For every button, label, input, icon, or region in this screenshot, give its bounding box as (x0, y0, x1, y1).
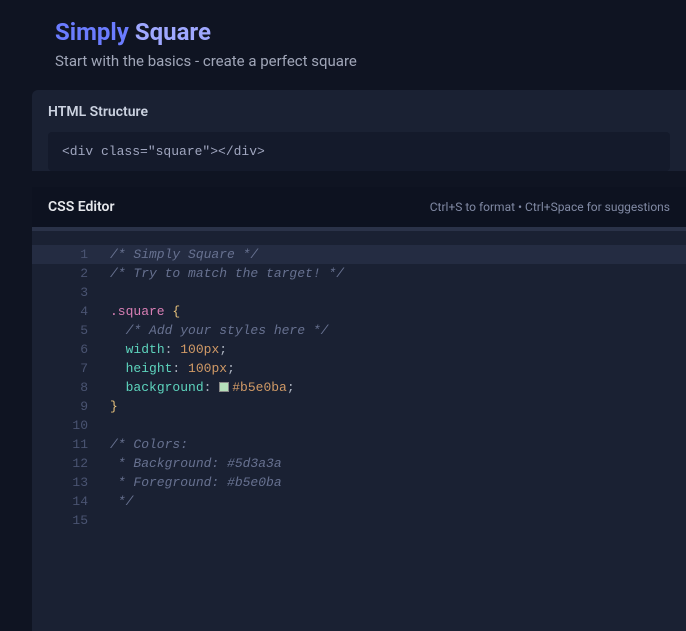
css-editor-header: CSS Editor Ctrl+S to format • Ctrl+Space… (32, 187, 686, 227)
title-word-1: Simply (55, 18, 129, 46)
color-swatch-icon[interactable] (219, 382, 229, 392)
code-content[interactable]: * Foreground: #b5e0ba (110, 473, 686, 492)
code-line[interactable]: 2/* Try to match the target! */ (32, 264, 686, 283)
code-line[interactable]: 7 height: 100px; (32, 359, 686, 378)
line-number: 10 (32, 416, 110, 435)
code-content[interactable]: /* Try to match the target! */ (110, 264, 686, 283)
code-content[interactable]: */ (110, 492, 686, 511)
challenge-subtitle: Start with the basics - create a perfect… (55, 52, 631, 70)
code-content[interactable]: width: 100px; (110, 340, 686, 359)
line-number: 14 (32, 492, 110, 511)
line-number: 2 (32, 264, 110, 283)
code-content[interactable]: * Background: #5d3a3a (110, 454, 686, 473)
code-content[interactable]: /* Add your styles here */ (110, 321, 686, 340)
line-number: 11 (32, 435, 110, 454)
code-content[interactable]: .square { (110, 302, 686, 321)
code-content[interactable] (110, 511, 686, 530)
code-line[interactable]: 13 * Foreground: #b5e0ba (32, 473, 686, 492)
code-content[interactable]: background: #b5e0ba; (110, 378, 686, 397)
code-line[interactable]: 14 */ (32, 492, 686, 511)
html-code-block: <div class="square"></div> (48, 132, 670, 171)
code-content[interactable] (110, 283, 686, 302)
code-line[interactable]: 11/* Colors: (32, 435, 686, 454)
css-editor-title: CSS Editor (48, 199, 115, 215)
line-number: 5 (32, 321, 110, 340)
code-line[interactable]: 3 (32, 283, 686, 302)
code-line[interactable]: 4.square { (32, 302, 686, 321)
challenge-title: Simply Square (55, 18, 631, 46)
code-content[interactable]: /* Colors: (110, 435, 686, 454)
line-number: 3 (32, 283, 110, 302)
code-content[interactable]: } (110, 397, 686, 416)
html-structure-panel: HTML Structure <div class="square"></div… (32, 90, 686, 171)
css-code-editor[interactable]: 1/* Simply Square */2/* Try to match the… (32, 231, 686, 631)
css-editor-hints: Ctrl+S to format • Ctrl+Space for sugges… (430, 200, 670, 214)
code-line[interactable]: 9} (32, 397, 686, 416)
code-line[interactable]: 5 /* Add your styles here */ (32, 321, 686, 340)
html-structure-label: HTML Structure (48, 104, 670, 120)
title-word-2: Square (135, 18, 211, 46)
line-number: 6 (32, 340, 110, 359)
line-number: 12 (32, 454, 110, 473)
code-line[interactable]: 1/* Simply Square */ (32, 245, 686, 264)
code-line[interactable]: 10 (32, 416, 686, 435)
line-number: 4 (32, 302, 110, 321)
code-line[interactable]: 15 (32, 511, 686, 530)
code-line[interactable]: 12 * Background: #5d3a3a (32, 454, 686, 473)
line-number: 1 (32, 245, 110, 264)
code-line[interactable]: 8 background: #b5e0ba; (32, 378, 686, 397)
line-number: 9 (32, 397, 110, 416)
code-content[interactable]: height: 100px; (110, 359, 686, 378)
challenge-header: Simply Square Start with the basics - cr… (0, 0, 686, 90)
code-content[interactable]: /* Simply Square */ (110, 245, 686, 264)
line-number: 15 (32, 511, 110, 530)
line-number: 8 (32, 378, 110, 397)
line-number: 7 (32, 359, 110, 378)
code-line[interactable]: 6 width: 100px; (32, 340, 686, 359)
line-number: 13 (32, 473, 110, 492)
code-content[interactable] (110, 416, 686, 435)
